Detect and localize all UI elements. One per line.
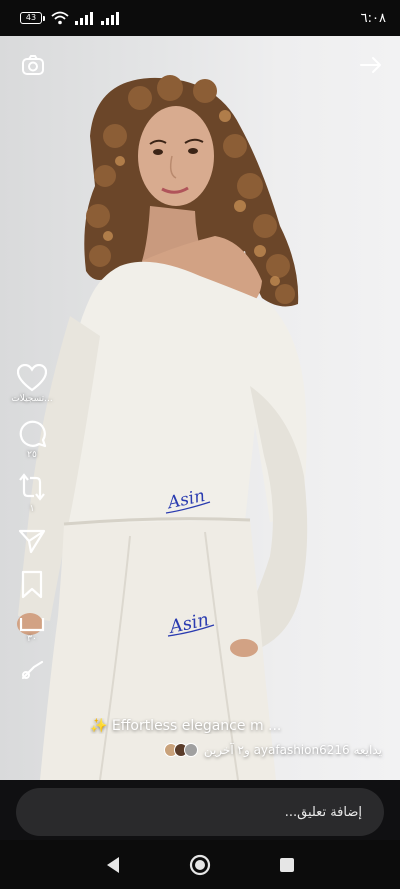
comment-bar	[0, 780, 400, 840]
recents-square-icon	[279, 857, 294, 872]
remix-count: ٣٠	[27, 634, 37, 644]
nav-back-button[interactable]	[98, 850, 128, 880]
battery-level: 43	[20, 12, 42, 24]
avatar	[183, 743, 198, 757]
repost-icon	[19, 473, 45, 501]
likes-text: يدايعه ayafashion6216 و٢ آخرين	[203, 743, 382, 757]
battery-icon: 43	[20, 12, 45, 24]
post-photo: Asin Asin	[17, 75, 308, 780]
comment-count: ٢٥	[27, 450, 37, 460]
side-actions: تسجيلات... ٢٥ ١ ٣٠	[10, 364, 54, 682]
signal-icon-2	[101, 11, 119, 25]
back-triangle-icon	[107, 856, 120, 873]
status-icons: 43	[20, 11, 121, 25]
camera-icon	[22, 55, 44, 75]
comment-button[interactable]: ٢٥	[17, 418, 47, 460]
liker-avatars	[163, 743, 198, 757]
system-nav-bar	[0, 840, 400, 889]
likes-row[interactable]: يدايعه ayafashion6216 و٢ آخرين	[163, 743, 382, 757]
music-icon	[21, 660, 44, 680]
comment-input[interactable]	[16, 788, 384, 836]
remix-button[interactable]: ٣٠	[19, 616, 45, 644]
repost-count: ١	[29, 504, 35, 514]
nav-home-button[interactable]	[185, 850, 215, 880]
post-caption[interactable]: ✨ Effortless elegance m ...	[90, 718, 295, 734]
save-button[interactable]	[20, 570, 44, 600]
remix-icon	[19, 618, 45, 632]
post-media[interactable]: Asin Asin تسجيلات... ٢٥ ١ ٣٠ ✨ Effortles…	[0, 36, 400, 780]
signal-icon	[75, 11, 93, 25]
like-button[interactable]: تسجيلات...	[11, 364, 53, 404]
wifi-icon	[51, 11, 69, 25]
back-button[interactable]	[356, 50, 386, 80]
status-bar: 43 ٦:٠٨	[0, 0, 400, 36]
send-icon	[18, 529, 46, 554]
audio-button[interactable]	[20, 658, 44, 682]
arrow-right-icon	[360, 57, 381, 73]
camera-button[interactable]	[18, 50, 48, 80]
status-time: ٦:٠٨	[360, 10, 386, 26]
share-button[interactable]	[18, 528, 46, 554]
comment-icon	[19, 420, 47, 448]
home-circle-icon	[189, 854, 211, 875]
bookmark-icon	[21, 570, 43, 599]
like-label: تسجيلات...	[11, 394, 53, 404]
heart-icon	[17, 364, 47, 392]
nav-recents-button[interactable]	[272, 850, 302, 880]
repost-button[interactable]: ١	[18, 472, 46, 514]
